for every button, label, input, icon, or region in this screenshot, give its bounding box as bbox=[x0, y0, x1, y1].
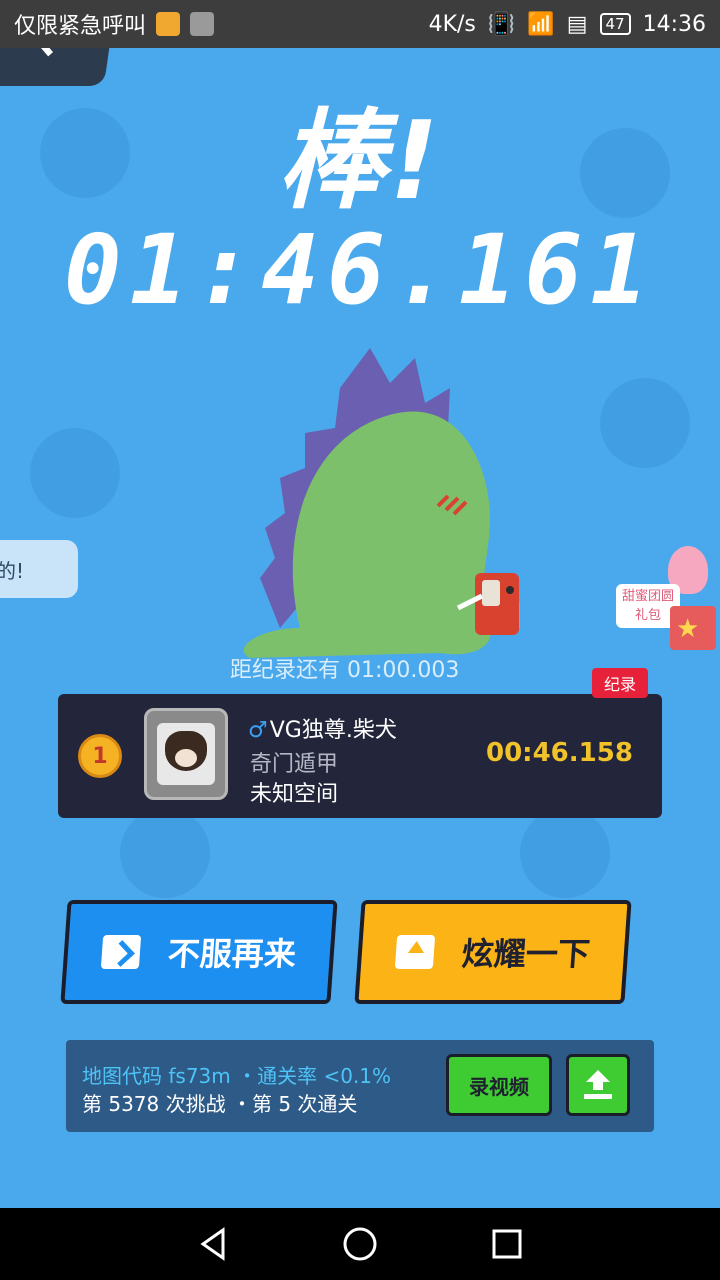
retry-icon bbox=[100, 935, 142, 969]
battery-icon: 47 bbox=[599, 13, 631, 35]
share-button-label: 炫耀一下 bbox=[460, 935, 592, 973]
share-button[interactable]: 炫耀一下 bbox=[354, 900, 632, 1004]
carrier-text: 仅限紧急呼叫 bbox=[14, 14, 147, 39]
record-video-label: 录视频 bbox=[469, 1074, 529, 1099]
status-bar: 仅限紧急呼叫 4K/s 📳 📶 ▤ 47 14:36 bbox=[0, 0, 720, 48]
background-pattern bbox=[30, 428, 120, 518]
background-pattern bbox=[600, 378, 690, 468]
result-title: 棒! bbox=[277, 99, 443, 224]
result-timer: 01:46.161 bbox=[63, 214, 657, 326]
avatar-dog-snout bbox=[175, 749, 197, 767]
vibrate-icon: 📳 bbox=[487, 11, 516, 37]
network-speed: 4K/s bbox=[428, 11, 476, 37]
player-name: VG独尊.柴犬 bbox=[269, 718, 397, 743]
upload-icon bbox=[584, 1070, 612, 1099]
player-name-row: ♂VG独尊.柴犬 bbox=[248, 712, 397, 744]
status-bar-right: 4K/s 📳 📶 ▤ 47 14:36 bbox=[429, 12, 706, 37]
retry-button[interactable]: 不服再来 bbox=[60, 900, 338, 1004]
retry-button-label: 不服再来 bbox=[166, 935, 298, 973]
male-gender-icon: ♂ bbox=[248, 718, 268, 743]
nav-recents-icon[interactable] bbox=[489, 1226, 525, 1262]
image-notification-icon bbox=[190, 12, 215, 36]
wifi-icon: 📶 bbox=[527, 11, 555, 37]
avatar[interactable] bbox=[144, 708, 228, 800]
rank-medal-icon: 1 bbox=[78, 734, 122, 778]
chat-bubble-text: 的! bbox=[0, 558, 25, 583]
record-badge: 纪录 bbox=[592, 668, 648, 698]
chat-bubble: 的! bbox=[0, 540, 78, 598]
share-icon bbox=[394, 935, 436, 969]
record-video-button[interactable]: 录视频 bbox=[446, 1054, 552, 1116]
gift-pack-promo[interactable]: 甜蜜团圆礼包 ★ bbox=[612, 536, 720, 654]
nav-back-icon[interactable] bbox=[195, 1226, 231, 1262]
star-icon: ★ bbox=[676, 614, 700, 644]
background-pattern bbox=[520, 808, 610, 898]
upload-button[interactable] bbox=[566, 1054, 630, 1116]
background-pattern bbox=[120, 808, 210, 898]
sim-icon: ▤ bbox=[566, 11, 588, 37]
clock: 14:36 bbox=[642, 11, 706, 37]
map-code-and-pass-rate: 地图代码 fs73m ・通关率 <0.1% bbox=[82, 1064, 392, 1088]
player-location: 未知空间 bbox=[250, 782, 339, 807]
status-bar-left: 仅限紧急呼叫 bbox=[14, 8, 215, 40]
nav-home-icon[interactable] bbox=[340, 1224, 380, 1264]
record-time: 00:46.158 bbox=[486, 738, 633, 768]
back-arrow-icon bbox=[32, 48, 54, 57]
game-result-screen: 棒! 01:46.161 距纪录还有 01:00.003 的! 甜蜜团圆礼包 ★… bbox=[0, 48, 720, 1208]
system-nav-bar bbox=[0, 1208, 720, 1280]
player-map-name: 奇门遁甲 bbox=[250, 752, 339, 777]
dinosaur-mascot bbox=[243, 348, 520, 658]
challenge-count: 第 5378 次挑战 ・第 5 次通关 bbox=[82, 1092, 358, 1116]
app-notification-icon bbox=[156, 12, 181, 36]
map-info-bar: 地图代码 fs73m ・通关率 <0.1% 第 5378 次挑战 ・第 5 次通… bbox=[66, 1040, 654, 1132]
record-gap-caption: 距纪录还有 01:00.003 bbox=[230, 658, 460, 683]
record-holder-card[interactable]: 1 ♂VG独尊.柴犬 奇门遁甲 未知空间 00:46.158 bbox=[58, 694, 662, 818]
